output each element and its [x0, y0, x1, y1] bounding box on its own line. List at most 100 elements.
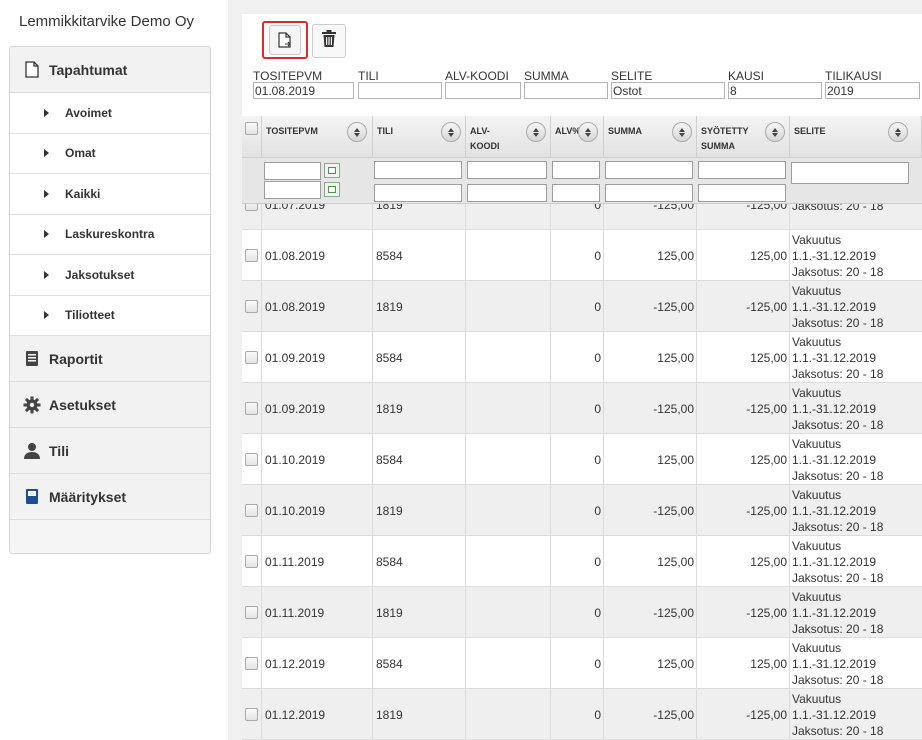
selite-line: Vakuutus — [792, 437, 842, 451]
row-checkbox[interactable] — [245, 657, 258, 670]
tili-filter-from[interactable] — [374, 161, 462, 179]
app-window: Lemmikkitarvike Demo Oy Tapahtumat Avoim… — [0, 0, 922, 740]
delete-button[interactable] — [312, 24, 346, 58]
cell-syotetty-summa: 125,00 — [697, 230, 790, 281]
row-checkbox[interactable] — [245, 249, 258, 262]
sidebar-item-tili[interactable]: Tili — [10, 428, 210, 474]
row-checkbox[interactable] — [245, 504, 258, 517]
header-selite[interactable]: SELITE — [790, 116, 922, 158]
selite-line: Vakuutus — [792, 590, 842, 604]
cell-tili: 1819 — [373, 485, 466, 536]
summa-input[interactable] — [524, 82, 608, 99]
date-to-filter[interactable] — [264, 181, 321, 199]
cell-syotetty-summa: 125,00 — [697, 638, 790, 689]
syotetty-filter-to[interactable] — [698, 184, 786, 202]
summa-filter-to[interactable] — [605, 184, 693, 202]
tositepvm-input[interactable] — [253, 82, 354, 99]
sidebar-item-label: Asetukset — [49, 396, 116, 413]
table-row[interactable]: 01.11.2019 1819 0 -125,00 -125,00 Vakuutus 1.1… — [242, 587, 922, 638]
table-row[interactable]: 01.09.2019 1819 0 -125,00 -125,00 Vakuutus 1.1… — [242, 383, 922, 434]
table-row[interactable]: 01.10.2019 1819 0 -125,00 -125,00 Vakuutus 1.1… — [242, 485, 922, 536]
row-checkbox[interactable] — [245, 606, 258, 619]
new-entry-button[interactable] — [262, 21, 308, 59]
header-label: ALV% — [555, 126, 581, 136]
sidebar-item-maaritykset[interactable]: Määritykset — [10, 474, 210, 520]
sidebar-subitem-jaksotukset[interactable]: Jaksotukset — [10, 255, 210, 296]
table-row[interactable]: 01.09.2019 8584 0 125,00 125,00 Vakuutus 1.1.-… — [242, 332, 922, 383]
summa-filter-from[interactable] — [605, 161, 693, 179]
sidebar-subitem-tiliotteet[interactable]: Tiliotteet — [10, 295, 210, 336]
sidebar-subitem-omat[interactable]: Omat — [10, 133, 210, 174]
sidebar-subitem-avoimet[interactable]: Avoimet — [10, 93, 210, 134]
calendar-icon[interactable] — [324, 163, 340, 178]
table-row[interactable]: 01.08.2019 1819 0 -125,00 -125,00 Vakuutus 1.1… — [242, 281, 922, 332]
selite-line: Vakuutus — [792, 233, 842, 247]
selite-line: Jaksotus: 20 - 18 — [792, 673, 884, 687]
header-tositepvm[interactable]: TOSITEPVM — [262, 116, 373, 158]
date-from-filter[interactable] — [264, 162, 321, 180]
table-row[interactable]: 01.12.2019 1819 0 -125,00 -125,00 Vakuutus 1.1… — [242, 689, 922, 740]
sort-icon[interactable] — [578, 122, 598, 142]
calendar-icon[interactable] — [324, 182, 340, 197]
cell-value: 1819 — [376, 605, 403, 620]
sort-icon[interactable] — [526, 122, 546, 142]
header-alvkoodi[interactable]: ALV- KOODI — [466, 116, 551, 158]
table-row[interactable]: 01.10.2019 8584 0 125,00 125,00 Vakuutus 1.1.-… — [242, 434, 922, 485]
header-label: SELITE — [794, 126, 826, 136]
syotetty-filter-from[interactable] — [698, 161, 786, 179]
sidebar-item-asetukset[interactable]: Asetukset — [10, 382, 210, 428]
sidebar-item-tapahtumat[interactable]: Tapahtumat — [10, 47, 210, 93]
sort-icon[interactable] — [765, 122, 785, 142]
table-row[interactable]: 01.07.201918190-125,00-125,001.1.-31.12.… — [242, 204, 922, 230]
selite-input[interactable] — [611, 82, 725, 99]
tili-label: TILI — [358, 69, 379, 83]
selite-line: Jaksotus: 20 - 18 — [792, 571, 884, 585]
sort-icon[interactable] — [441, 122, 461, 142]
select-all-checkbox[interactable] — [245, 122, 258, 135]
row-checkbox[interactable] — [245, 351, 258, 364]
tilikausi-label: TILIKAUSI — [825, 69, 882, 83]
alvkoodi-input[interactable] — [445, 82, 521, 99]
cell-tositepvm: 01.12.2019 — [262, 638, 373, 689]
sidebar-item-raportit[interactable]: Raportit — [10, 336, 210, 382]
cell-tositepvm: 01.08.2019 — [262, 281, 373, 332]
row-checkbox[interactable] — [245, 402, 258, 415]
cell-tositepvm: 01.10.2019 — [262, 434, 373, 485]
kausi-input[interactable] — [728, 82, 822, 99]
row-checkbox[interactable] — [245, 300, 258, 313]
cell-tositepvm: 01.08.2019 — [262, 230, 373, 281]
sort-icon[interactable] — [888, 122, 908, 142]
row-select-cell — [242, 536, 262, 587]
selite-filter[interactable] — [791, 162, 909, 184]
sidebar: Lemmikkitarvike Demo Oy Tapahtumat Avoim… — [0, 0, 228, 740]
sort-icon[interactable] — [347, 122, 367, 142]
header-alv[interactable]: ALV% — [551, 116, 604, 158]
alv-filter-from[interactable] — [552, 161, 600, 179]
row-checkbox[interactable] — [245, 708, 258, 721]
tili-filter-to[interactable] — [374, 184, 462, 202]
row-checkbox[interactable] — [245, 555, 258, 568]
table-row[interactable]: 01.11.2019 8584 0 125,00 125,00 Vakuutus 1.1.-… — [242, 536, 922, 587]
selite-line: Jaksotus: 20 - 18 — [792, 418, 884, 432]
table-row[interactable]: 01.12.2019 8584 0 125,00 125,00 Vakuutus 1.1.-… — [242, 638, 922, 689]
sidebar-subitem-laskureskontra[interactable]: Laskureskontra — [10, 214, 210, 255]
alv-filter-to[interactable] — [552, 184, 600, 202]
alvkoodi-filter-from[interactable] — [467, 161, 547, 179]
row-checkbox[interactable] — [245, 453, 258, 466]
row-checkbox[interactable] — [245, 204, 258, 211]
sort-icon[interactable] — [672, 122, 692, 142]
table-row[interactable]: 01.08.2019 8584 0 125,00 125,00 Vakuutus 1.1.-… — [242, 230, 922, 281]
alvkoodi-label: ALV-KOODI — [445, 69, 509, 83]
grid-header: TOSITEPVM TILI ALV- KOODI ALV% SUMMA SYÖ… — [242, 116, 922, 158]
tilikausi-input[interactable] — [825, 82, 920, 99]
header-syotetty-summa[interactable]: SYÖTETTY SUMMA — [697, 116, 790, 158]
header-summa[interactable]: SUMMA — [604, 116, 697, 158]
alvkoodi-filter-to[interactable] — [467, 184, 547, 202]
header-tili[interactable]: TILI — [373, 116, 466, 158]
cell-value: 01.11.2019 — [265, 605, 325, 620]
selite-line: 1.1.-31.12.2019 — [792, 555, 877, 569]
cell-value: -125,00 — [746, 707, 787, 722]
tili-input[interactable] — [358, 82, 442, 99]
sidebar-subitem-kaikki[interactable]: Kaikki — [10, 174, 210, 215]
caret-right-icon — [44, 230, 49, 239]
